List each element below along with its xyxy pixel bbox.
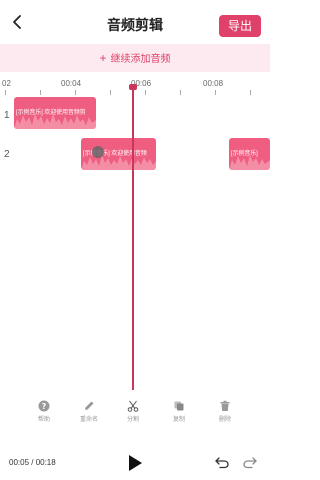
help-button[interactable]: ? 帮助 — [27, 400, 61, 423]
add-audio-label: 继续添加音频 — [110, 54, 171, 65]
plus-icon: + — [99, 51, 107, 65]
export-button[interactable]: 导出 — [219, 15, 261, 37]
ruler-tick — [145, 90, 146, 95]
ruler-tick — [40, 90, 41, 95]
track-number: 2 — [4, 149, 10, 160]
rename-button[interactable]: 重命名 — [72, 400, 106, 423]
redo-icon — [243, 457, 257, 469]
ruler-label: 02 — [2, 79, 11, 88]
ruler-tick — [180, 90, 181, 95]
ruler-tick — [250, 90, 251, 95]
header: 音频剪辑 导出 — [0, 0, 270, 44]
redo-button[interactable] — [242, 454, 258, 470]
play-button[interactable] — [127, 454, 143, 472]
ruler-label: 00:04 — [61, 79, 82, 88]
tool-label: 帮助 — [37, 417, 50, 423]
copy-button[interactable]: 复制 — [162, 400, 196, 423]
svg-text:?: ? — [42, 402, 47, 411]
clip-label: [示例音乐] — [231, 151, 258, 157]
drag-handle[interactable] — [92, 146, 104, 158]
tool-label: 复制 — [172, 417, 185, 423]
play-icon — [129, 455, 142, 471]
clip-label: [示例音乐] 欢迎使用音频剪 — [16, 110, 86, 116]
ruler-tick — [75, 90, 76, 95]
copy-icon — [174, 401, 184, 411]
track-number: 1 — [4, 110, 10, 121]
add-audio-button[interactable]: + 继续添加音频 — [0, 44, 270, 72]
edit-toolbar: ? 帮助 重命名 分割 复制 删除 — [0, 400, 270, 430]
undo-button[interactable] — [214, 454, 230, 470]
tool-label: 分割 — [126, 417, 139, 423]
player-bar: 00:05 / 00:18 — [0, 448, 270, 478]
delete-button[interactable]: 删除 — [208, 400, 242, 423]
ruler-tick — [215, 90, 216, 95]
undo-icon — [215, 457, 229, 469]
audio-clip[interactable]: [示例音乐] 欢迎使用音频剪 — [14, 97, 96, 129]
ruler-tick — [110, 90, 111, 95]
tool-label: 重命名 — [79, 417, 98, 423]
split-button[interactable]: 分割 — [116, 400, 150, 423]
audio-clip[interactable]: [示例音乐] — [229, 138, 270, 170]
playback-time: 00:05 / 00:18 — [9, 458, 56, 467]
ruler-tick — [5, 90, 6, 95]
pencil-icon — [85, 401, 94, 410]
scissors-icon — [127, 400, 139, 412]
trash-icon — [220, 400, 230, 411]
tool-label: 删除 — [218, 417, 231, 423]
help-icon: ? — [38, 400, 50, 412]
ruler-label: 00:08 — [203, 79, 224, 88]
playhead[interactable] — [132, 88, 134, 390]
